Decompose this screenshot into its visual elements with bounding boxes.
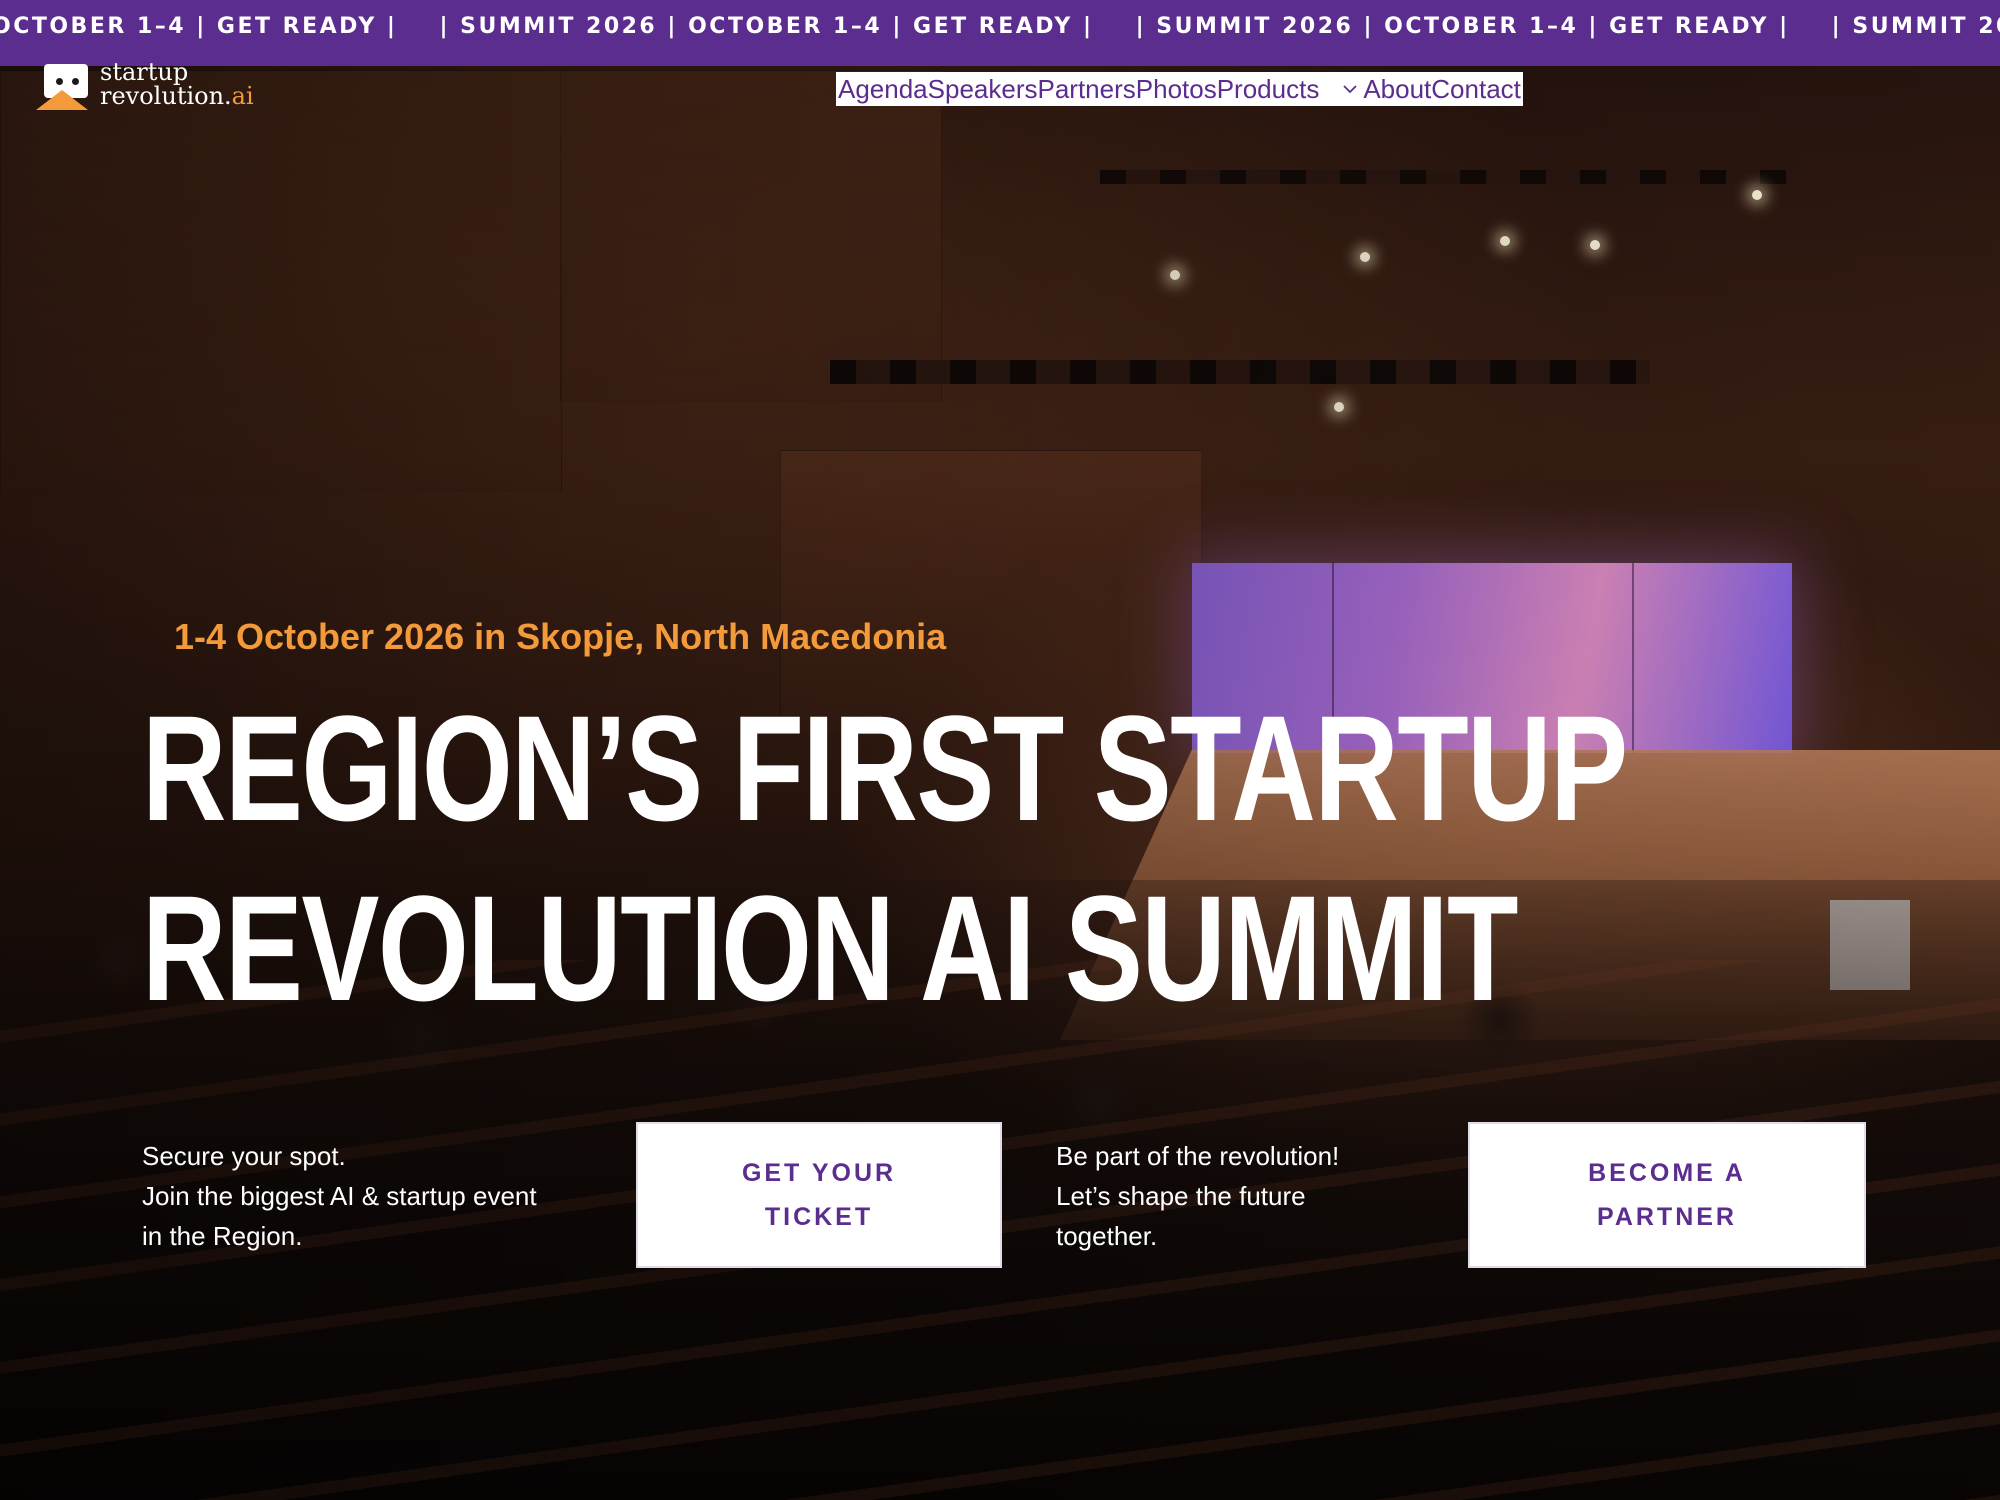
hero-headline: REGION’S FIRST STARTUP REVOLUTION AI SUM… (142, 678, 1628, 1038)
partner-cta-line-1: Be part of the revolution! (1056, 1141, 1340, 1171)
nav-products[interactable]: Products (1217, 72, 1320, 106)
nav-about[interactable]: About (1363, 72, 1431, 106)
ticker-item: | SUMMIT 2026 | OCTOBER 1–4 (1831, 14, 2000, 39)
partner-cta-line-2: Let’s shape the future (1056, 1181, 1306, 1211)
event-date-location: 1-4 October 2026 in Skopje, North Macedo… (174, 616, 947, 657)
ticker-item: OCTOBER 1–4 | GET READY | (0, 14, 398, 39)
announcement-ticker: OCTOBER 1–4 | GET READY | | SUMMIT 2026 … (0, 0, 2000, 66)
nav-speakers[interactable]: Speakers (928, 72, 1038, 106)
site-logo[interactable]: startup revolution.ai (36, 60, 254, 110)
headline-line-1: REGION’S FIRST STARTUP (142, 684, 1628, 852)
nav-products-dropdown[interactable]: Products (1217, 72, 1364, 106)
get-ticket-label: GET YOUR TICKET (742, 1151, 896, 1239)
nav-agenda[interactable]: Agenda (838, 72, 928, 106)
ticket-cta-line-1: Secure your spot. (142, 1141, 346, 1171)
nav-partners[interactable]: Partners (1038, 72, 1136, 106)
main-nav: Agenda Speakers Partners Photos Products… (836, 72, 1523, 106)
ticker-item: | SUMMIT 2026 | OCTOBER 1–4 | GET READY … (439, 14, 1094, 39)
ticket-cta-line-3: in the Region. (142, 1221, 303, 1251)
partner-cta-text: Be part of the revolution! Let’s shape t… (1056, 1136, 1396, 1256)
logo-line-2-text: revolution. (100, 82, 232, 110)
page: OCTOBER 1–4 | GET READY | | SUMMIT 2026 … (0, 0, 2000, 1500)
become-partner-label-line-1: BECOME A (1588, 1159, 1746, 1187)
become-partner-button[interactable]: BECOME A PARTNER (1468, 1122, 1866, 1268)
headline-line-2: REVOLUTION AI SUMMIT (142, 864, 1518, 1032)
nav-photos[interactable]: Photos (1136, 72, 1217, 106)
get-ticket-button[interactable]: GET YOUR TICKET (636, 1122, 1002, 1268)
logo-ai-accent: ai (231, 82, 254, 110)
ticker-item: | SUMMIT 2026 | OCTOBER 1–4 | GET READY … (1135, 14, 1790, 39)
ticket-cta-line-2: Join the biggest AI & startup event (142, 1181, 537, 1211)
logo-line-2: revolution.ai (100, 84, 254, 108)
partner-cta-line-3: together. (1056, 1221, 1158, 1251)
get-ticket-label-line-2: TICKET (764, 1203, 874, 1231)
ticket-cta-text: Secure your spot. Join the biggest AI & … (142, 1136, 622, 1256)
become-partner-label: BECOME A PARTNER (1588, 1151, 1746, 1239)
chevron-down-icon[interactable] (1343, 82, 1357, 96)
ticker-track: OCTOBER 1–4 | GET READY | | SUMMIT 2026 … (0, 14, 2000, 39)
nav-contact[interactable]: Contact (1431, 72, 1521, 106)
logo-wordmark: startup revolution.ai (100, 60, 254, 108)
become-partner-label-line-2: PARTNER (1597, 1203, 1737, 1231)
chat-bubble-mountain-logo-icon (36, 64, 90, 110)
logo-line-1: startup (100, 58, 189, 86)
get-ticket-label-line-1: GET YOUR (741, 1159, 897, 1187)
